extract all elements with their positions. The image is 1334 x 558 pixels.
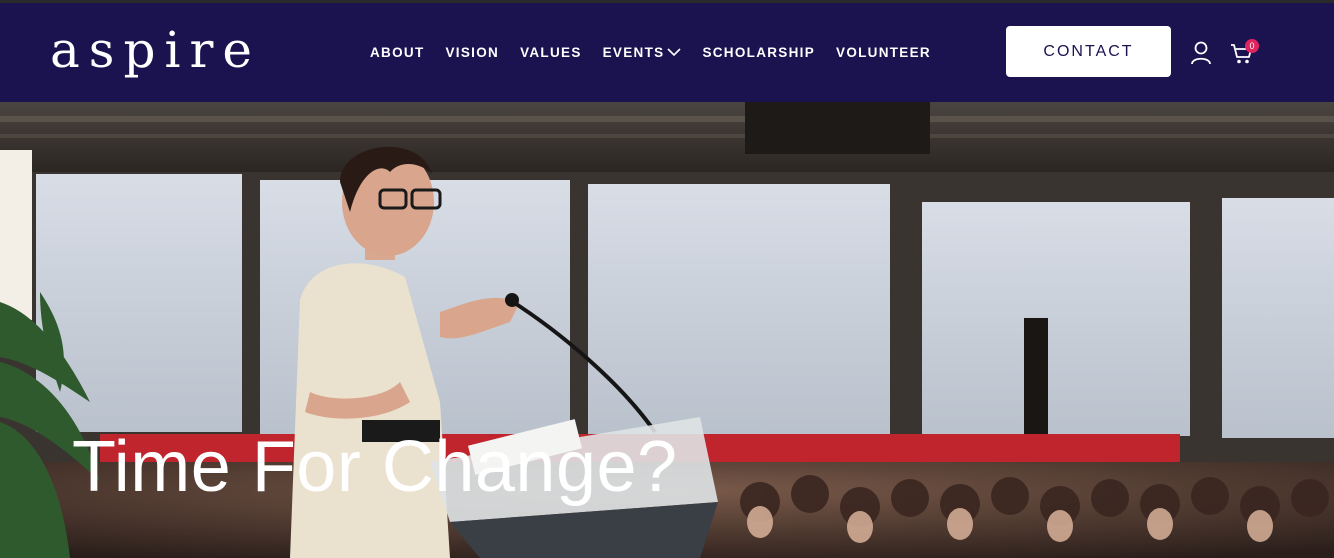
site-header: aspire ABOUT VISION VALUES EVENTS SCHOLA… (0, 3, 1334, 102)
nav-label: EVENTS (602, 44, 665, 60)
nav-label: ABOUT (370, 44, 425, 60)
brand-logo[interactable]: aspire (50, 17, 261, 83)
nav-item-scholarship[interactable]: SCHOLARSHIP (702, 45, 815, 60)
user-icon[interactable] (1190, 41, 1212, 65)
nav-item-vision[interactable]: VISION (446, 45, 500, 60)
nav-label: VOLUNTEER (836, 44, 931, 60)
contact-button[interactable]: CONTACT (1006, 26, 1171, 77)
nav-label: VISION (445, 44, 500, 60)
main-nav: ABOUT VISION VALUES EVENTS SCHOLARSHIP V… (370, 41, 952, 63)
nav-item-events[interactable]: EVENTS (603, 45, 682, 60)
hero-section: Time For Change? (0, 102, 1334, 558)
cart-button[interactable]: 0 (1228, 39, 1262, 69)
nav-item-values[interactable]: VALUES (520, 45, 582, 60)
nav-label: SCHOLARSHIP (702, 44, 816, 60)
nav-item-about[interactable]: ABOUT (370, 45, 425, 60)
chevron-down-icon (667, 48, 682, 57)
hero-title: Time For Change? (72, 427, 678, 507)
cart-count-badge: 0 (1245, 39, 1259, 53)
nav-item-volunteer[interactable]: VOLUNTEER (836, 45, 931, 60)
nav-label: VALUES (520, 44, 582, 60)
